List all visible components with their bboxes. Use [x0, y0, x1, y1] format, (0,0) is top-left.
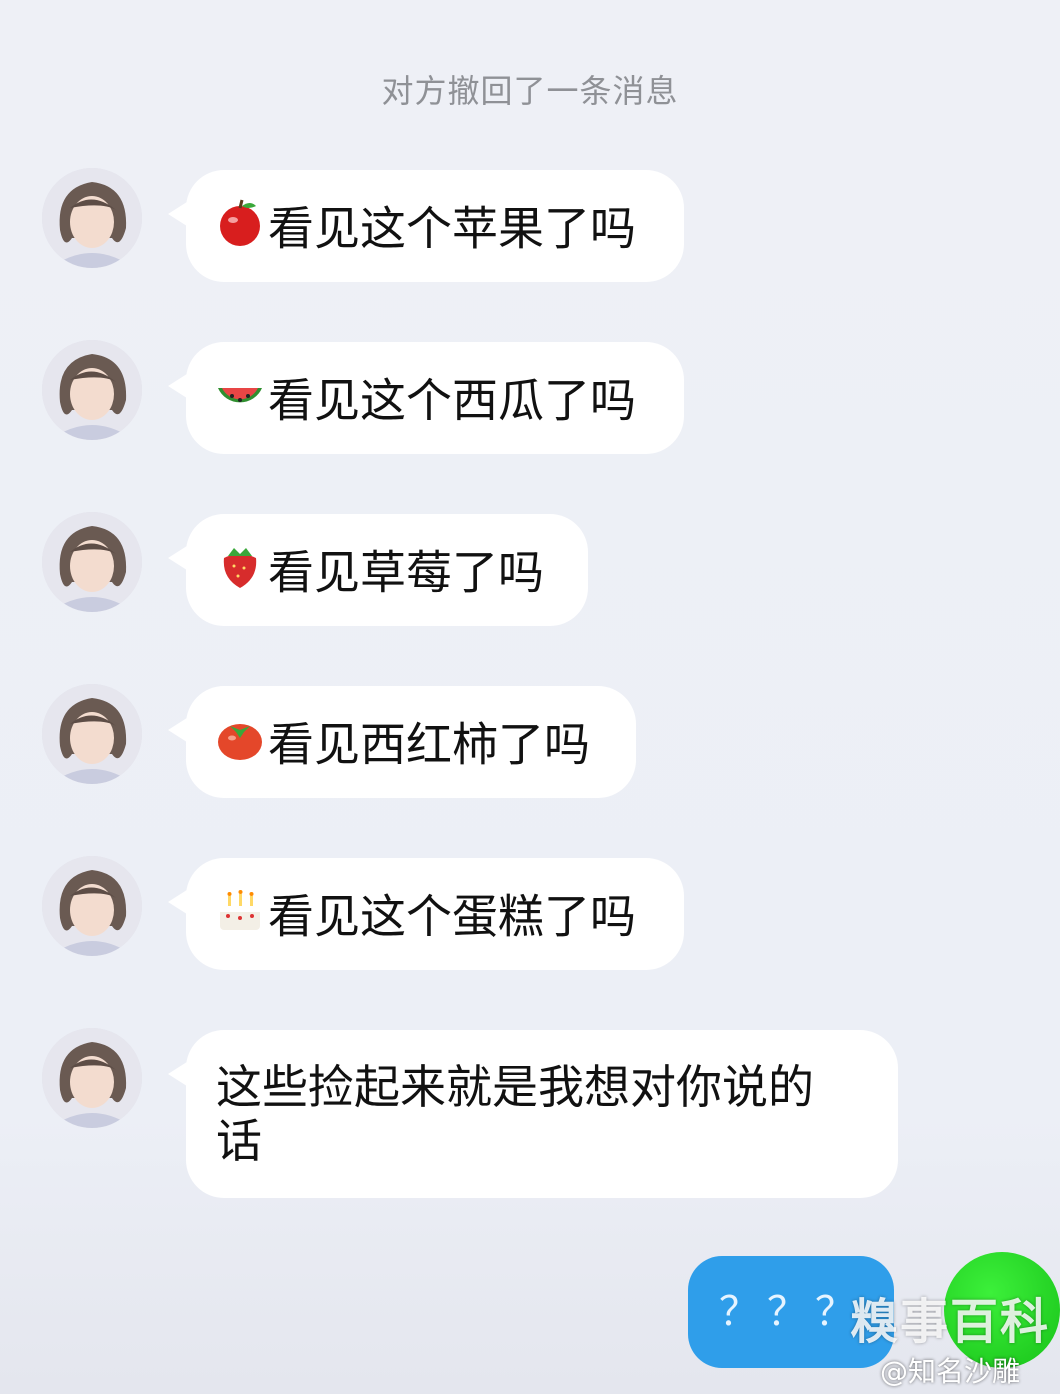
avatar[interactable] [42, 684, 142, 784]
tomato-emoji [218, 724, 262, 760]
message-text: 这些捡起来就是我想对你说的话 [216, 1060, 814, 1168]
message-bubble[interactable]: 看见这个蛋糕了吗 [168, 858, 684, 970]
watermelon-emoji [218, 388, 262, 403]
chat-area: 对方撤回了一条消息 看见这个苹果了吗 看见这个西瓜了吗 看见草莓了吗 看见西红柿… [0, 0, 1060, 1394]
message-bubble[interactable]: 看见草莓了吗 [168, 514, 588, 626]
apple-emoji [220, 199, 260, 246]
message-text: 看见草莓了吗 [268, 545, 544, 600]
cake-emoji [220, 890, 260, 930]
message-text: 看见这个苹果了吗 [268, 201, 636, 256]
avatar[interactable] [42, 1028, 142, 1128]
message-bubble[interactable]: 看见这个西瓜了吗 [168, 342, 684, 454]
message-bubble[interactable]: 看见这个苹果了吗 [168, 170, 684, 282]
avatar[interactable] [42, 512, 142, 612]
avatar[interactable] [42, 856, 142, 956]
message-text: 看见西红柿了吗 [268, 717, 590, 772]
weibo-watermark: @知名沙雕 [880, 1355, 1021, 1388]
message-text: 看见这个蛋糕了吗 [268, 889, 636, 944]
message-bubble[interactable]: 看见西红柿了吗 [168, 686, 636, 798]
recall-notice: 对方撤回了一条消息 [381, 72, 679, 110]
outgoing-message-text: ？？？ [719, 1289, 863, 1335]
message-text: 看见这个西瓜了吗 [268, 373, 636, 428]
message-bubble[interactable]: 这些捡起来就是我想对你说的话 [168, 1030, 898, 1198]
avatar[interactable] [42, 168, 142, 268]
strawberry-emoji [223, 548, 257, 588]
watermark-logo: 糗事百科 [850, 1294, 1051, 1350]
avatar[interactable] [42, 340, 142, 440]
